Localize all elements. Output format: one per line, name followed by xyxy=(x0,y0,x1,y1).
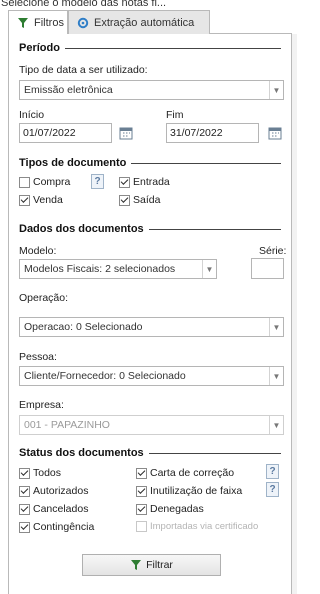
help-icon[interactable]: ? xyxy=(266,464,279,479)
checkbox-box[interactable] xyxy=(19,503,30,515)
inicio-label: Início xyxy=(19,109,45,121)
chevron-down-icon[interactable]: ▼ xyxy=(202,260,216,278)
checkbox-box[interactable] xyxy=(19,467,30,479)
operacao-select[interactable]: Operacao: 0 Selecionado ▼ xyxy=(19,317,284,337)
gear-icon xyxy=(77,17,89,29)
pessoa-label: Pessoa: xyxy=(19,351,57,363)
checkbox-todos[interactable]: Todos xyxy=(19,467,61,479)
inicio-date-value: 01/07/2022 xyxy=(23,127,76,139)
checkbox-box[interactable] xyxy=(119,194,130,206)
section-dados: Dados dos documentos xyxy=(19,223,281,235)
checkbox-inutilizacao-faixa[interactable]: Inutilização de faixa xyxy=(136,485,242,497)
section-tipos: Tipos de documento xyxy=(19,157,281,169)
filter-button[interactable]: Filtrar xyxy=(82,554,221,576)
date-type-select[interactable]: Emissão eletrônica ▼ xyxy=(19,80,284,100)
checkbox-importadas-certificado[interactable]: Importadas via certificado xyxy=(136,521,258,532)
section-title: Período xyxy=(19,42,60,54)
checkbox-label: Venda xyxy=(33,194,63,206)
checkbox-box[interactable] xyxy=(19,194,30,206)
help-icon[interactable]: ? xyxy=(266,482,279,497)
header-cut-text: Selecione o modelo das notas fi... xyxy=(1,0,167,8)
checkbox-label: Inutilização de faixa xyxy=(150,485,243,497)
checkbox-box[interactable] xyxy=(136,485,147,497)
date-type-value: Emissão eletrônica xyxy=(24,84,113,96)
filter-button-label: Filtrar xyxy=(146,559,173,571)
divider xyxy=(131,162,281,164)
checkbox-box[interactable] xyxy=(136,503,147,515)
filters-panel: Período Tipo de data a ser utilizado: Em… xyxy=(8,34,292,594)
divider xyxy=(64,47,281,49)
serie-input[interactable] xyxy=(251,258,284,279)
pessoa-value: Cliente/Fornecedor: 0 Selecionado xyxy=(24,370,186,382)
date-type-label: Tipo de data a ser utilizado: xyxy=(19,64,148,76)
filter-icon xyxy=(17,17,29,29)
checkbox-label: Cancelados xyxy=(33,503,89,515)
tab-bar: Filtros Extração automática xyxy=(8,10,292,35)
checkbox-box[interactable] xyxy=(119,176,130,188)
section-title: Tipos de documento xyxy=(19,157,127,169)
checkbox-box[interactable] xyxy=(136,521,147,532)
checkbox-label: Denegadas xyxy=(150,503,204,515)
operacao-label: Operação: xyxy=(19,292,69,304)
checkbox-box[interactable] xyxy=(19,485,30,497)
divider xyxy=(148,228,281,230)
checkbox-label: Saída xyxy=(133,194,161,206)
checkbox-label: Todos xyxy=(33,467,62,479)
modelo-value: Modelos Fiscais: 2 selecionados xyxy=(24,263,176,275)
checkbox-cancelados[interactable]: Cancelados xyxy=(19,503,88,515)
operacao-value: Operacao: 0 Selecionado xyxy=(24,321,143,333)
chevron-down-icon[interactable]: ▼ xyxy=(269,416,283,434)
fim-date-value: 31/07/2022 xyxy=(170,127,223,139)
checkbox-entrada[interactable]: Entrada xyxy=(119,176,170,188)
checkbox-label: Autorizados xyxy=(33,485,89,497)
checkbox-label: Carta de correção xyxy=(150,467,235,479)
inicio-date-input[interactable]: 01/07/2022 xyxy=(19,123,112,143)
calendar-icon[interactable] xyxy=(118,125,134,141)
checkbox-carta-correcao[interactable]: Carta de correção xyxy=(136,467,234,479)
modelo-label: Modelo: xyxy=(19,245,57,257)
pessoa-select[interactable]: Cliente/Fornecedor: 0 Selecionado ▼ xyxy=(19,366,284,386)
checkbox-box[interactable] xyxy=(136,467,147,479)
checkbox-saida[interactable]: Saída xyxy=(119,194,160,206)
fim-label: Fim xyxy=(166,109,184,121)
tab-label: Filtros xyxy=(34,17,64,29)
tab-filtros[interactable]: Filtros xyxy=(8,10,68,35)
checkbox-label: Compra xyxy=(33,176,71,188)
filter-icon xyxy=(130,559,142,571)
fim-date-input[interactable]: 31/07/2022 xyxy=(166,123,259,143)
checkbox-compra[interactable]: Compra xyxy=(19,176,70,188)
section-periodo: Período xyxy=(19,42,281,54)
chevron-down-icon[interactable]: ▼ xyxy=(269,367,283,385)
checkbox-label: Entrada xyxy=(133,176,170,188)
checkbox-box[interactable] xyxy=(19,176,30,188)
section-title: Status dos documentos xyxy=(19,447,144,459)
checkbox-label: Importadas via certificado xyxy=(150,521,259,532)
modelo-select[interactable]: Modelos Fiscais: 2 selecionados ▼ xyxy=(19,259,217,279)
scrollbar[interactable] xyxy=(292,34,297,594)
empresa-value: 001 - PAPAZINHO xyxy=(24,419,110,431)
empresa-label: Empresa: xyxy=(19,399,64,411)
section-status: Status dos documentos xyxy=(19,447,281,459)
calendar-icon[interactable] xyxy=(267,125,283,141)
checkbox-contingencia[interactable]: Contingência xyxy=(19,521,94,533)
section-title: Dados dos documentos xyxy=(19,223,144,235)
tab-extracao-automatica[interactable]: Extração automática xyxy=(68,10,210,34)
checkbox-box[interactable] xyxy=(19,521,30,533)
divider xyxy=(148,452,281,454)
serie-label: Série: xyxy=(259,245,287,257)
tab-label: Extração automática xyxy=(94,16,195,29)
help-icon[interactable]: ? xyxy=(91,174,104,189)
checkbox-venda[interactable]: Venda xyxy=(19,194,63,206)
chevron-down-icon[interactable]: ▼ xyxy=(269,318,283,336)
checkbox-autorizados[interactable]: Autorizados xyxy=(19,485,88,497)
chevron-down-icon[interactable]: ▼ xyxy=(269,81,283,99)
checkbox-label: Contingência xyxy=(33,521,95,533)
empresa-select[interactable]: 001 - PAPAZINHO ▼ xyxy=(19,415,284,435)
checkbox-denegadas[interactable]: Denegadas xyxy=(136,503,204,515)
